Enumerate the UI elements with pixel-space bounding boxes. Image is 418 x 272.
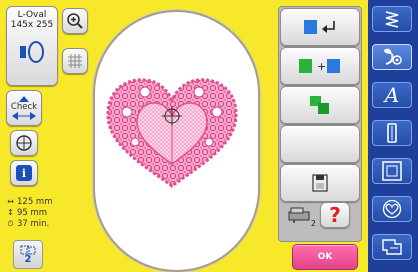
sidebar-item-personal[interactable] [372,196,412,222]
frame-icon [382,161,402,181]
mode-sidebar: A [368,0,418,272]
sidebar-item-alphabets[interactable]: A [372,82,412,108]
square-return-icon [304,20,335,34]
move-to-corner-button[interactable] [280,8,360,46]
ok-label: OK [317,252,333,262]
hoop-size: 145x 255 [10,20,54,30]
sidebar-item-stitches[interactable] [372,6,412,32]
machine-badge-number: 2 [310,219,316,228]
floppy-disk-icon [312,174,328,192]
stacked-green-squares-icon [310,96,329,114]
buttonhole-icon [387,123,397,143]
info-button[interactable]: i [10,160,38,186]
arrows-left-right-icon [12,112,36,120]
sidebar-item-setup[interactable] [372,234,412,260]
stitch-zigzag-icon [385,11,399,28]
grid-icon [68,54,82,68]
pages-indicator[interactable]: 2 [13,240,43,269]
height-value: 95 mm [17,207,48,218]
machine-info-button[interactable]: 2 [286,202,316,228]
sidebar-item-embroidery[interactable] [372,44,412,70]
ok-button[interactable]: OK [292,244,358,270]
hoop-name: L-Oval [17,10,47,20]
width-arrow-icon: ↔ [7,197,14,206]
clock-icon: ⏲ [7,218,14,228]
height-info: ↕ 95 mm [6,207,66,218]
combine-button[interactable]: + [280,47,360,85]
magnifier-plus-icon [67,13,83,29]
width-info: ↔ 125 mm [6,196,66,207]
letter-a-icon: A [384,83,400,107]
help-button[interactable]: ? [320,202,350,228]
sidebar-item-frame[interactable] [372,158,412,184]
time-info: ⏲ 37 min. [6,218,66,229]
crosshair-icon [16,135,32,151]
info-icon: i [16,165,32,181]
width-value: 125 mm [17,196,53,207]
pages-icon [20,245,36,254]
green-plus-blue-icon: + [299,59,340,73]
center-button[interactable] [10,130,38,156]
color-sequence-button[interactable] [280,86,360,124]
save-button[interactable] [280,164,360,202]
settings-icon [382,239,402,255]
zoom-button[interactable] [62,8,88,34]
time-value: 37 min. [17,218,50,229]
check-label: Check [10,102,38,112]
heart-personal-icon [382,199,402,219]
pages-number: 2 [24,253,32,265]
help-icon: ? [329,203,341,227]
hoop-select-button[interactable]: L-Oval 145x 255 [6,6,58,86]
grid-button[interactable] [62,48,88,74]
check-button[interactable]: Check [6,90,42,126]
svg-text:+: + [317,60,326,73]
design-info: ↔ 125 mm ↕ 95 mm ⏲ 37 min. [6,196,66,229]
embroidery-flower-icon [384,48,402,65]
heart-lace-motif[interactable] [105,76,239,188]
sidebar-item-buttonholes[interactable] [372,120,412,146]
hoop-frame-icon [20,41,44,63]
empty-function-button[interactable] [280,125,360,163]
height-arrow-icon: ↕ [7,208,14,217]
